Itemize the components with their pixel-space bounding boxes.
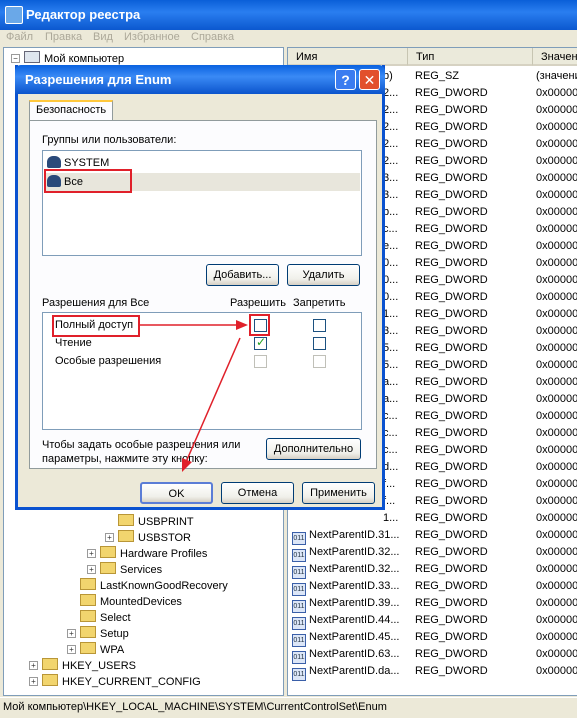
annotation-arrows <box>140 320 248 472</box>
arrow-to-ok <box>185 337 241 463</box>
arrowhead-right <box>236 320 248 330</box>
arrowhead-down <box>182 458 192 472</box>
